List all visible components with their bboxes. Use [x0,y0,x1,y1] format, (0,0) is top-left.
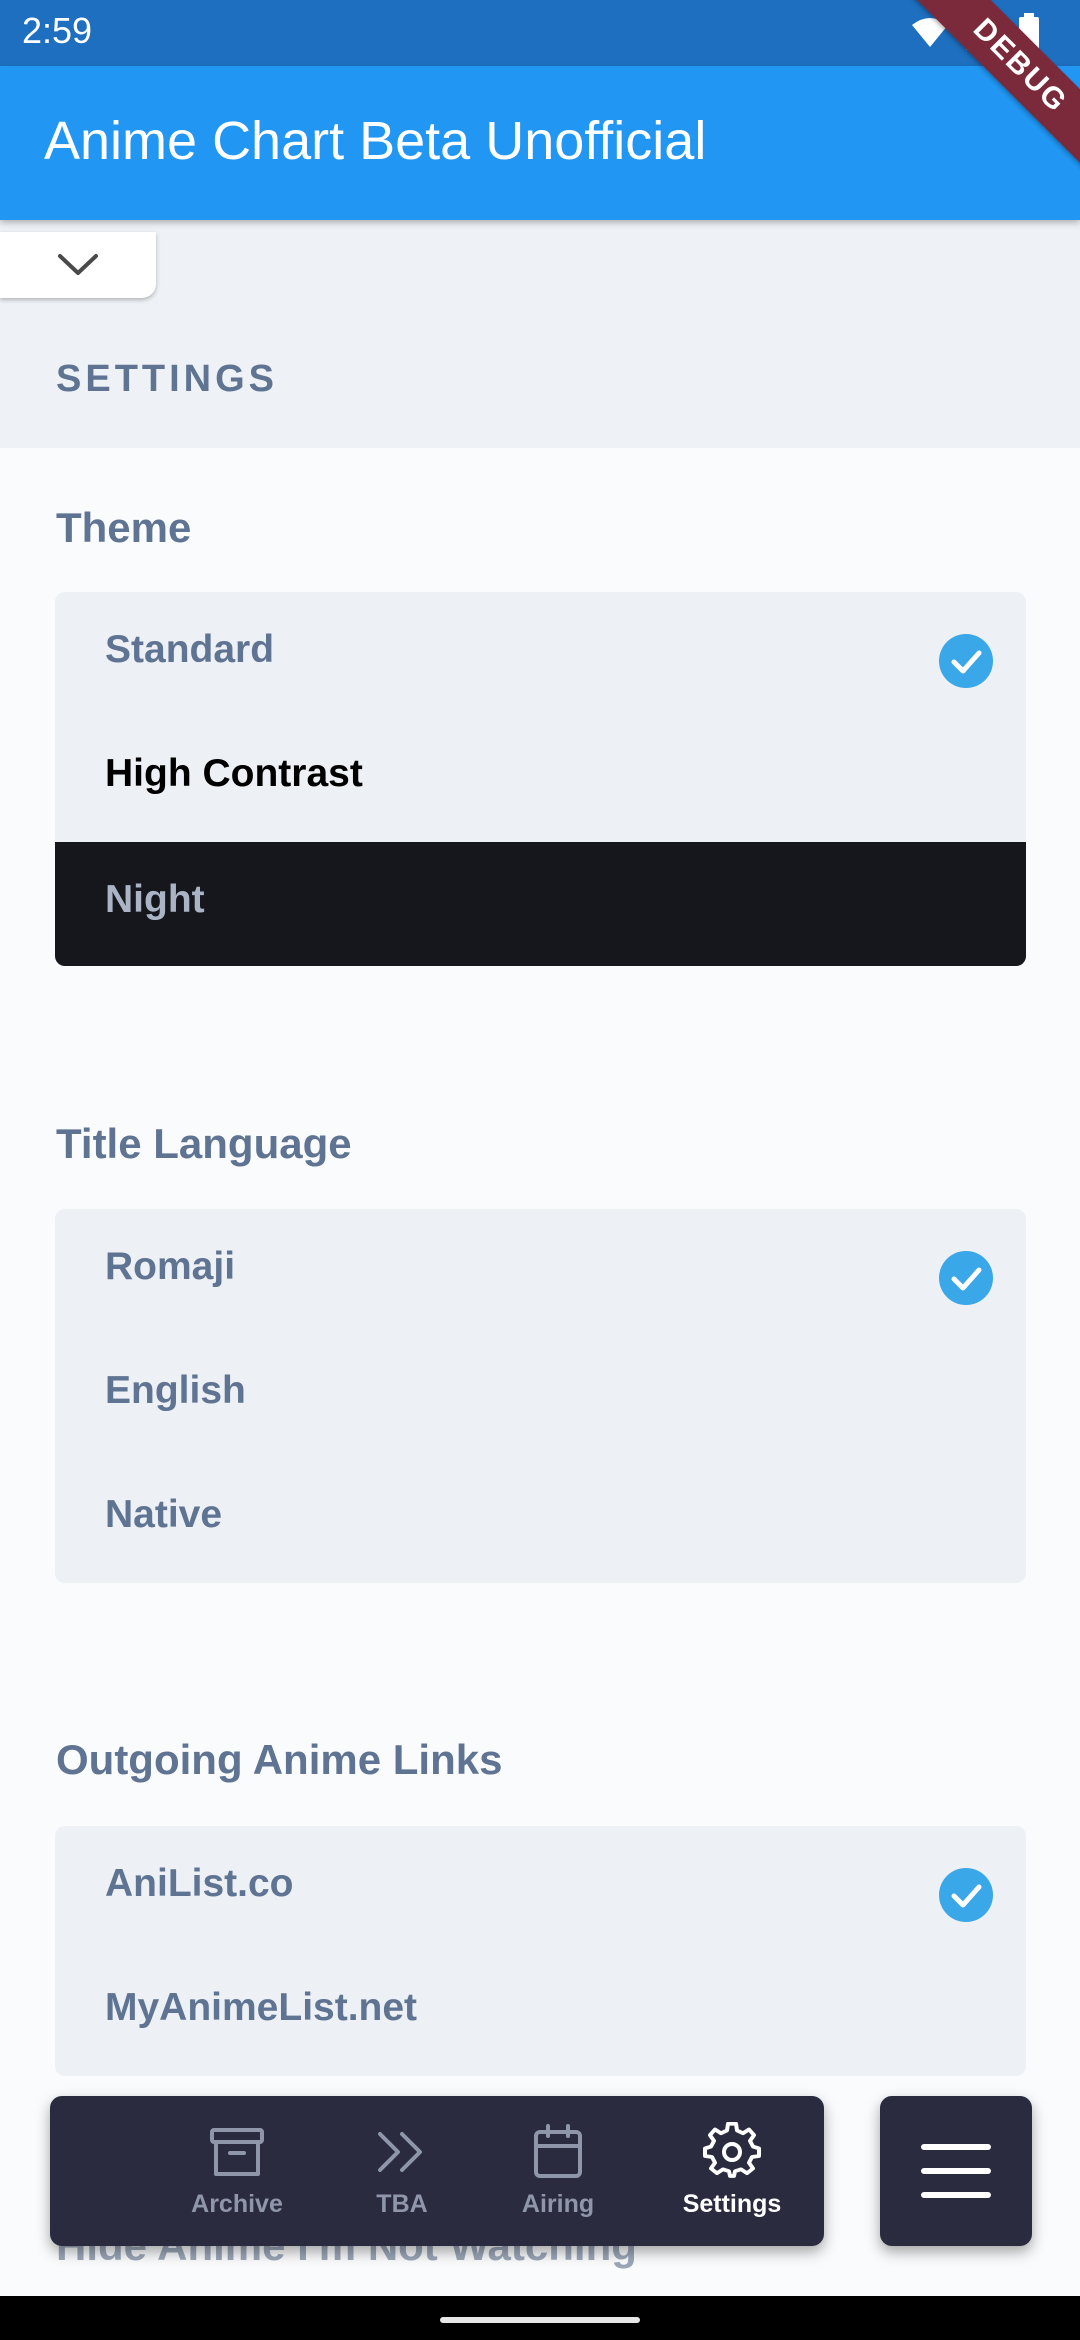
double-chevron-right-icon [378,2132,422,2172]
theme-option-night[interactable]: Night [55,842,1026,966]
gear-icon [703,2122,761,2178]
nav-item-archive[interactable]: Archive [152,2096,322,2246]
home-gesture-handle[interactable] [440,2317,640,2323]
section-title-theme: Theme [56,504,192,551]
menu-button[interactable] [880,2096,1032,2246]
language-option-native[interactable]: Native [55,1457,1026,1581]
title-language-options: Romaji English Native [55,1209,1026,1583]
option-label: Standard [105,628,275,671]
check-circle-icon [939,1251,993,1305]
nav-item-tba[interactable]: TBA [317,2096,487,2246]
language-option-english[interactable]: English [55,1333,1026,1457]
archive-icon [210,2128,264,2176]
nav-label-airing: Airing [521,2190,595,2218]
settings-heading: SETTINGS [56,358,279,400]
nav-label-archive: Archive [191,2190,283,2218]
section-title-outgoing-links: Outgoing Anime Links [56,1736,503,1783]
section-title-title-language: Title Language [56,1120,352,1167]
check-circle-icon [939,1868,993,1922]
app-title: Anime Chart Beta Unofficial [44,111,707,171]
option-label: English [105,1369,246,1412]
option-label: High Contrast [105,752,363,795]
nav-label-tba: TBA [376,2190,428,2218]
option-label: Night [105,878,205,921]
nav-label-settings: Settings [682,2190,782,2218]
status-bar: 2:59 [0,0,1080,66]
app-bar: Anime Chart Beta Unofficial [0,66,1080,220]
link-option-anilist[interactable]: AniList.co [55,1826,1026,1950]
nav-item-settings[interactable]: Settings [647,2096,817,2246]
option-label: Native [105,1493,223,1536]
link-option-myanimelist[interactable]: MyAnimeList.net [55,1950,1026,2074]
collapse-toggle-button[interactable] [0,232,156,298]
theme-option-high-contrast[interactable]: High Contrast [55,716,1026,840]
chevron-down-icon [58,254,98,275]
theme-option-standard[interactable]: Standard [55,592,1026,716]
nav-item-airing[interactable]: Airing [473,2096,643,2246]
calendar-icon [534,2124,582,2178]
option-label: MyAnimeList.net [105,1986,418,2029]
theme-options: Standard High Contrast Night [55,592,1026,966]
check-circle-icon [939,634,993,688]
option-label: Romaji [105,1245,236,1288]
hamburger-menu-icon [921,2144,991,2198]
option-label: AniList.co [105,1862,294,1905]
status-time: 2:59 [22,10,93,51]
outgoing-links-options: AniList.co MyAnimeList.net [55,1826,1026,2076]
language-option-romaji[interactable]: Romaji [55,1209,1026,1333]
bottom-navigation: Archive TBA Airing Settings [50,2096,824,2246]
